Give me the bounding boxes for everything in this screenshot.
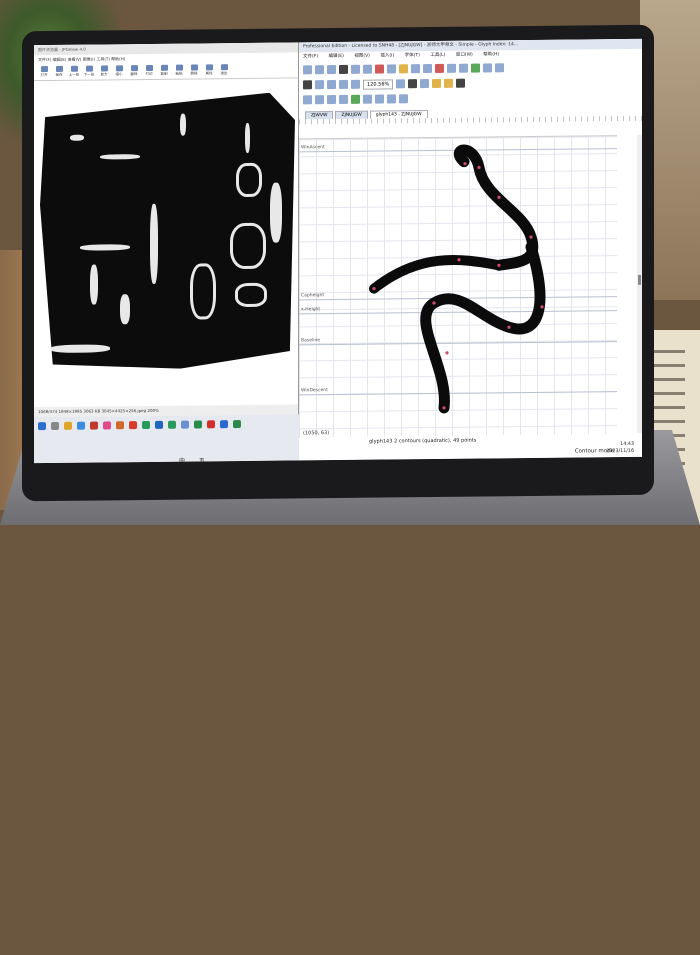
viewer-tool-next[interactable]: 下一张 — [83, 65, 95, 78]
laptop-bezel: 图片浏览器 - JPGView 4.0 文件(F) 编辑(E) 查看(V) 图像… — [22, 24, 654, 502]
viewer-tool-prev[interactable]: 上一张 — [68, 65, 80, 78]
fontcreator-icon[interactable] — [194, 420, 202, 429]
app-icon-orange[interactable] — [116, 421, 124, 430]
viewer-toolbar: 打开 保存 上一张 下一张 放大 缩小 翻转 打印 复制 粘贴 删除 属性 退出 — [34, 61, 298, 82]
oracle-bone-rubbing-image — [40, 92, 295, 370]
glyph-tools-icon[interactable] — [459, 63, 468, 73]
fit-icon[interactable] — [396, 79, 406, 89]
paste-icon[interactable] — [363, 64, 372, 74]
menu-font[interactable]: 字体(T) — [405, 53, 420, 58]
contour-icon[interactable] — [315, 80, 324, 90]
app-icon-red-2[interactable] — [129, 421, 137, 430]
component-icon[interactable] — [375, 94, 384, 104]
menu-tools[interactable]: 工具(L) — [430, 53, 445, 58]
metrics-icon[interactable] — [483, 63, 492, 73]
menu-help[interactable]: 帮助(H) — [483, 52, 499, 57]
glyph-contour-arm[interactable] — [369, 255, 504, 294]
save-icon[interactable] — [327, 65, 336, 75]
windows-taskbar — [34, 414, 299, 464]
undo-icon[interactable] — [375, 64, 384, 74]
glyph-contour-lower[interactable] — [420, 241, 546, 414]
viewer-tool-open[interactable]: 打开 — [38, 66, 50, 78]
viewer-tool-zoom-in[interactable]: 放大 — [98, 65, 110, 77]
file-explorer-icon[interactable] — [64, 421, 72, 430]
glyph-edit-canvas[interactable]: WinAscent Capheight x-Height Baseline Wi… — [299, 135, 617, 438]
keyboard — [8, 885, 628, 955]
link-icon[interactable] — [411, 64, 420, 74]
fill-icon[interactable] — [444, 78, 454, 88]
anchor-icon[interactable] — [363, 94, 372, 104]
word-icon[interactable] — [155, 420, 163, 429]
viewer-tool-paste[interactable]: 粘贴 — [173, 64, 185, 77]
fx-icon[interactable] — [423, 64, 432, 74]
rotate-icon[interactable] — [399, 94, 408, 104]
taskbar-clock[interactable]: 14:43 2023/11/16 — [606, 441, 634, 455]
menu-insert[interactable]: 插入(I) — [380, 53, 394, 58]
mirror-icon[interactable] — [387, 94, 396, 104]
edge-icon[interactable] — [77, 421, 85, 430]
app-icon-pink[interactable] — [103, 421, 111, 430]
viewer-tool-save[interactable]: 保存 — [53, 65, 65, 78]
viewer-tool-properties[interactable]: 属性 — [203, 64, 215, 76]
zoom-out-icon[interactable] — [351, 79, 360, 89]
eraser-icon[interactable] — [435, 63, 444, 73]
list-view-icon[interactable] — [339, 94, 348, 104]
viewer-tool-zoom-out[interactable]: 缩小 — [113, 65, 125, 77]
menu-edit[interactable]: 编辑(E) — [329, 54, 344, 59]
app-icon-blue[interactable] — [181, 420, 189, 429]
glyph-outline[interactable] — [299, 136, 617, 437]
font-editor-window: Professional Edition - Licensed to SNH48… — [299, 38, 642, 461]
menu-window[interactable]: 窗口(W) — [456, 53, 473, 58]
cut-icon[interactable] — [339, 64, 348, 74]
pdf-icon[interactable] — [207, 420, 215, 429]
grid-icon[interactable] — [408, 79, 418, 89]
start-icon[interactable] — [38, 422, 46, 431]
app-icon-green[interactable] — [142, 420, 150, 430]
redo-icon[interactable] — [387, 64, 396, 74]
align-icon[interactable] — [432, 78, 442, 89]
black-square-icon[interactable] — [456, 78, 466, 88]
taskbar-apps — [38, 420, 241, 431]
viewer-tool-copy[interactable]: 复制 — [158, 64, 170, 77]
knife-icon[interactable] — [327, 80, 336, 90]
image-viewer-window: 图片浏览器 - JPGView 4.0 文件(F) 编辑(E) 查看(V) 图像… — [34, 42, 299, 418]
open-icon[interactable] — [315, 65, 324, 75]
table-icon[interactable] — [315, 95, 324, 105]
viewer-tool-delete[interactable]: 删除 — [188, 64, 200, 76]
menu-file[interactable]: 文件(F) — [303, 54, 318, 59]
glyph-points[interactable] — [372, 161, 544, 410]
copy-icon[interactable] — [351, 64, 360, 74]
zoom-in-icon[interactable] — [339, 79, 348, 89]
guide-icon[interactable] — [420, 79, 430, 89]
grid-view-icon[interactable] — [327, 95, 336, 105]
clock-date: 2023/11/16 — [606, 448, 634, 455]
glyph-contour-upper[interactable] — [453, 144, 539, 271]
vertical-scrollbar[interactable] — [637, 134, 642, 433]
app-icon-blue-2[interactable] — [220, 420, 228, 429]
kerning-icon[interactable] — [495, 63, 504, 73]
node-icon[interactable] — [351, 94, 360, 104]
zoom-select[interactable]: 120.56% — [363, 78, 394, 90]
screen: 图片浏览器 - JPGView 4.0 文件(F) 编辑(E) 查看(V) 图像… — [34, 38, 642, 464]
system-tray-icons[interactable]: 中 五 — [179, 455, 211, 463]
viewer-tool-exit[interactable]: 退出 — [218, 64, 230, 76]
validate-icon[interactable] — [471, 63, 480, 73]
font-check-icon[interactable] — [447, 63, 456, 73]
pointer-icon[interactable] — [303, 80, 312, 90]
viewer-tool-flip[interactable]: 翻转 — [128, 65, 140, 77]
layout-icon[interactable] — [303, 95, 312, 105]
viewer-tool-print[interactable]: 打印 — [143, 64, 155, 77]
new-icon[interactable] — [303, 65, 312, 75]
search-icon[interactable] — [51, 421, 59, 431]
wechat-icon[interactable] — [168, 420, 176, 429]
transform-icon[interactable] — [399, 64, 408, 74]
fontcreator-icon-2[interactable] — [233, 420, 241, 429]
editor-toolbar-3 — [299, 89, 642, 108]
menu-view[interactable]: 视图(V) — [354, 54, 370, 59]
app-icon-red[interactable] — [90, 421, 98, 430]
glyph-status: glyph143 2 contours (quadratic), 49 poin… — [369, 437, 477, 445]
